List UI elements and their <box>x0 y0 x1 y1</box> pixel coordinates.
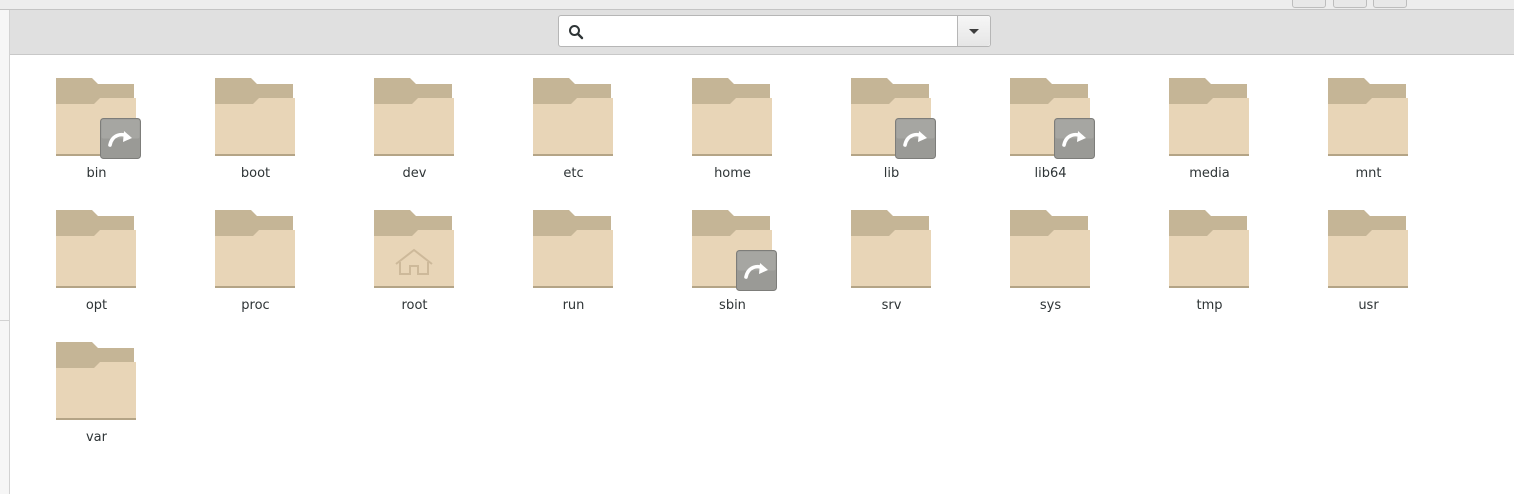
window-top-strip <box>0 0 1514 10</box>
folder-item[interactable]: sbin <box>653 204 812 328</box>
folder-icon <box>54 340 138 422</box>
folder-label: var <box>85 430 107 445</box>
folder-label: sys <box>1039 298 1062 313</box>
folder-item[interactable]: home <box>653 72 812 196</box>
folder-label: root <box>401 298 428 313</box>
folder-label: lib <box>883 166 900 181</box>
toolbar-button[interactable] <box>1292 0 1326 8</box>
search-bar <box>10 10 1514 55</box>
folder-item[interactable]: etc <box>494 72 653 196</box>
folder-icon <box>849 76 936 159</box>
search-input[interactable] <box>589 20 949 42</box>
folder-label: media <box>1189 166 1230 181</box>
folder-label: etc <box>563 166 584 181</box>
folder-label: bin <box>86 166 107 181</box>
folder-item[interactable]: root <box>335 204 494 328</box>
symlink-arrow-icon <box>1054 118 1095 159</box>
folder-item[interactable]: sys <box>971 204 1130 328</box>
folder-icon <box>213 208 297 290</box>
folder-icon <box>1008 76 1095 159</box>
folder-label: sbin <box>719 298 746 313</box>
folder-icon <box>1008 208 1092 290</box>
folder-icon <box>1167 76 1251 158</box>
folder-label: opt <box>85 298 108 313</box>
folder-icon <box>531 76 615 158</box>
folder-item[interactable]: media <box>1130 72 1289 196</box>
search-box[interactable] <box>558 15 991 47</box>
folder-icon <box>690 208 777 291</box>
folder-item[interactable]: run <box>494 204 653 328</box>
folder-label: usr <box>1358 298 1379 313</box>
folder-icon <box>54 76 141 159</box>
folder-item[interactable]: proc <box>176 204 335 328</box>
folder-item[interactable]: var <box>17 336 176 460</box>
folder-icon <box>54 208 138 290</box>
folder-item[interactable]: srv <box>812 204 971 328</box>
symlink-arrow-icon <box>736 250 777 291</box>
folder-item[interactable]: dev <box>335 72 494 196</box>
folder-label: tmp <box>1196 298 1223 313</box>
folder-icon <box>372 76 456 158</box>
search-icon <box>569 25 584 40</box>
search-options-dropdown-button[interactable] <box>957 16 990 46</box>
folder-item[interactable]: lib <box>812 72 971 196</box>
home-folder-icon <box>372 208 456 290</box>
folder-label: proc <box>241 298 270 313</box>
folder-item[interactable]: bin <box>17 72 176 196</box>
folder-icon <box>1326 76 1410 158</box>
folder-item[interactable]: tmp <box>1130 204 1289 328</box>
folder-label: mnt <box>1355 166 1382 181</box>
folder-item[interactable]: opt <box>17 204 176 328</box>
symlink-arrow-icon <box>100 118 141 159</box>
folder-icon <box>1326 208 1410 290</box>
folder-item[interactable]: lib64 <box>971 72 1130 196</box>
folder-label: lib64 <box>1034 166 1067 181</box>
folder-icon <box>690 76 774 158</box>
symlink-arrow-icon <box>895 118 936 159</box>
sidebar-edge <box>0 10 10 494</box>
folder-label: dev <box>402 166 427 181</box>
folder-item[interactable]: mnt <box>1289 72 1448 196</box>
folder-icon <box>849 208 933 290</box>
chevron-down-icon <box>969 29 979 34</box>
folder-icon <box>1167 208 1251 290</box>
folder-label: home <box>714 166 751 181</box>
folder-label: srv <box>881 298 902 313</box>
folder-label: boot <box>240 166 271 181</box>
toolbar-button[interactable] <box>1333 0 1367 8</box>
folder-item[interactable]: boot <box>176 72 335 196</box>
folder-icon <box>531 208 615 290</box>
toolbar-button[interactable] <box>1373 0 1407 8</box>
folder-icon <box>213 76 297 158</box>
folder-label: run <box>562 298 585 313</box>
folder-item[interactable]: usr <box>1289 204 1448 328</box>
